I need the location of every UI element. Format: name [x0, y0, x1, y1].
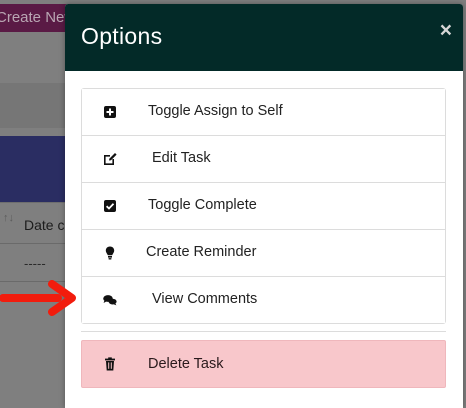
modal-title: Options: [81, 23, 163, 49]
close-icon[interactable]: ×: [440, 20, 452, 41]
option-label: Toggle Assign to Self: [148, 103, 283, 119]
table-cell: -----: [24, 256, 46, 271]
option-label: View Comments: [152, 291, 258, 307]
check-square-icon: [102, 198, 118, 214]
edit-icon: [102, 151, 118, 167]
plus-square-icon: [102, 104, 118, 120]
option-label: Create Reminder: [146, 244, 257, 260]
option-toggle-assign[interactable]: Toggle Assign to Self: [82, 89, 445, 135]
lightbulb-icon: [102, 245, 118, 261]
modal-header: Options ×: [65, 4, 463, 71]
option-view-comments[interactable]: View Comments: [82, 276, 445, 323]
background-banner: [0, 136, 70, 202]
option-create-reminder[interactable]: Create Reminder: [82, 229, 445, 276]
divider: [81, 331, 446, 332]
option-toggle-complete[interactable]: Toggle Complete: [82, 182, 445, 229]
comments-icon: [102, 292, 118, 308]
option-edit-task[interactable]: Edit Task: [82, 135, 445, 182]
table-divider: [0, 243, 70, 244]
options-modal: Options × Toggle Assign to Self Edit Tas…: [65, 4, 463, 408]
option-label: Toggle Complete: [148, 197, 257, 213]
option-label: Edit Task: [152, 150, 211, 166]
delete-label: Delete Task: [148, 356, 224, 372]
red-arrow-annotation: [0, 280, 76, 316]
background-toolbar: [0, 83, 70, 128]
delete-task-button[interactable]: Delete Task: [81, 340, 446, 388]
sort-icon: ↑↓: [3, 212, 14, 224]
trash-icon: [102, 356, 118, 372]
options-list: Toggle Assign to Self Edit Task Toggle C…: [81, 88, 446, 324]
